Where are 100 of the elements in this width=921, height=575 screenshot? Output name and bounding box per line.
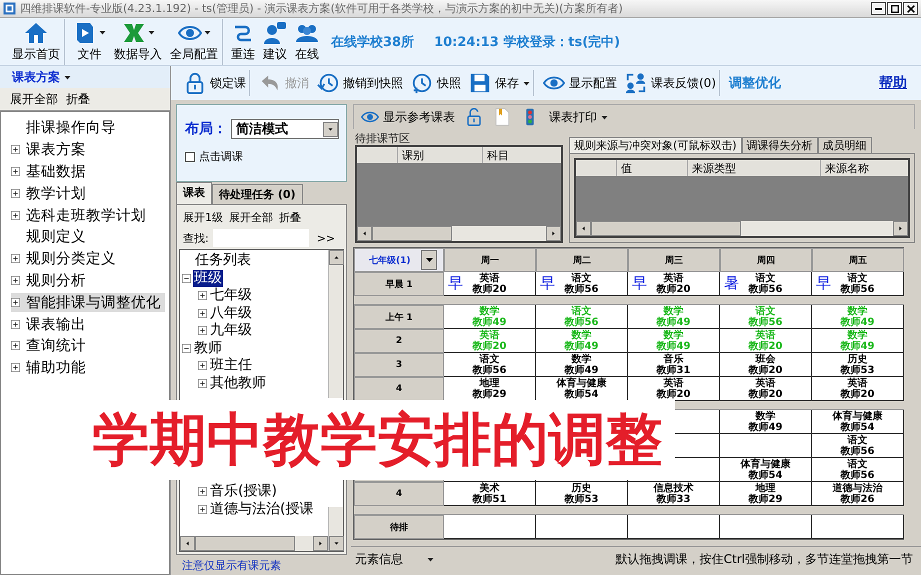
teacher-name: 教师56 — [472, 364, 506, 376]
teacher-name: 教师54 — [748, 470, 782, 480]
subject-name: 英语 — [480, 330, 500, 340]
column-header: 来源类型 — [687, 160, 820, 176]
row-header: 4 — [354, 377, 444, 401]
teacher-name: 教师29 — [472, 388, 506, 400]
checkbox-label: 点击调课 — [199, 149, 243, 164]
row-header: 早晨 1 — [354, 272, 444, 296]
row-header: 3 — [354, 353, 444, 377]
subject-name: 数学 — [848, 330, 868, 340]
subject-name: 英语 — [848, 378, 868, 388]
teacher-name: 教师29 — [748, 494, 782, 504]
tree-item-label: 辅助功能 — [25, 359, 87, 378]
teacher-name: 教师20 — [748, 340, 782, 352]
row-header: 2 — [354, 329, 444, 353]
teacher-name: 教师53 — [840, 364, 874, 376]
subject-name: 英语 — [756, 330, 776, 340]
period-marker: 早 — [448, 275, 463, 291]
teacher-name: 教师20 — [656, 388, 690, 400]
column-header: 周五 — [812, 248, 904, 272]
teacher-name: 教师33 — [656, 494, 690, 504]
subject-name: 数学 — [572, 354, 592, 364]
tree-item-label: 教学计划 — [25, 184, 87, 203]
subject-name: 语文 — [480, 354, 500, 364]
subject-name: 数学 — [664, 330, 684, 340]
teacher-name: 教师49 — [656, 316, 690, 328]
subject-name: 道德与法治 — [832, 482, 882, 494]
teacher-name: 教师56 — [840, 446, 874, 456]
subject-name: 数学 — [664, 306, 684, 316]
online-count: 在线学校38所 — [331, 34, 414, 50]
teacher-name: 教师49 — [840, 316, 874, 328]
subject-name: 英语 — [664, 272, 684, 284]
subject-name: 体育与健康 — [740, 458, 790, 470]
tree-item-label: 规则定义 — [25, 228, 87, 246]
teacher-name: 教师20 — [472, 284, 506, 294]
teacher-name: 教师56 — [840, 284, 874, 294]
teacher-name: 教师49 — [564, 364, 598, 376]
column-header: 周三 — [628, 248, 720, 272]
subject-name: 数学 — [480, 306, 500, 316]
tree-item-label: 基础数据 — [25, 162, 87, 181]
column-header: 周一 — [444, 248, 536, 272]
teacher-name: 教师56 — [564, 316, 598, 328]
login-info: 10:24:13 学校登录：ts(完中) — [434, 34, 620, 50]
column-header: 课别 — [397, 147, 482, 163]
row-header: 待排 — [354, 515, 444, 539]
subject-name: 地理 — [756, 482, 776, 494]
column-header: 周二 — [536, 248, 628, 272]
teacher-name: 教师54 — [840, 422, 874, 432]
teacher-name: 教师20 — [748, 364, 782, 376]
status-hint: 默认拖拽调课，按住Ctrl强制移动，多节连堂拖拽第一节 — [616, 550, 913, 568]
subject-name: 语文 — [848, 434, 868, 446]
subject-name: 语文 — [756, 272, 776, 284]
column-header: 科目 — [482, 147, 557, 163]
teacher-name: 教师49 — [564, 340, 598, 352]
subject-name: 语文 — [572, 306, 592, 316]
subject-name: 英语 — [480, 272, 500, 284]
subject-name: 历史 — [848, 354, 868, 364]
tree-item-label: 查询统计 — [25, 337, 87, 356]
teacher-name: 教师53 — [564, 494, 598, 504]
subject-name: 语文 — [848, 458, 868, 470]
subject-name: 地理 — [480, 378, 500, 388]
period-marker: 早 — [540, 275, 555, 291]
row-header: 4 — [354, 482, 444, 506]
tree-item-label: 课表输出 — [25, 316, 87, 334]
teacher-name: 教师49 — [748, 422, 782, 432]
subject-name: 语文 — [572, 272, 592, 284]
column-header: 来源名称 — [820, 160, 895, 176]
teacher-name: 教师49 — [840, 340, 874, 352]
period-marker: 暑 — [724, 275, 739, 291]
tree-item-label: 课表方案 — [25, 140, 87, 160]
subject-name: 体育与健康 — [556, 378, 606, 388]
column-header: 周四 — [720, 248, 812, 272]
teacher-name: 教师51 — [472, 494, 506, 504]
window-title: 四维排课软件-专业版(4.23.1.192) - ts(管理员) - 演示课表方案(软件可用于各类学校，与演示方案的初中无关)(方案所有者) — [20, 1, 624, 16]
teacher-name: 教师20 — [472, 340, 506, 352]
subject-name: 数学 — [572, 330, 592, 340]
search-label: 查找: — [183, 230, 209, 246]
subject-name: 英语 — [756, 378, 776, 388]
teacher-name: 教师31 — [656, 364, 690, 376]
subject-name: 历史 — [572, 482, 592, 494]
teacher-name: 教师56 — [748, 316, 782, 328]
subject-name: 英语 — [664, 378, 684, 388]
teacher-name: 教师56 — [564, 284, 598, 294]
teacher-name: 教师20 — [748, 388, 782, 400]
tree-item-label: 规则分析 — [25, 272, 87, 290]
hint-text: 注意仅显示有课元素 — [181, 558, 282, 574]
subject-name: 体育与健康 — [832, 410, 882, 422]
teacher-name: 教师56 — [748, 284, 782, 294]
subject-name: 美术 — [480, 482, 500, 494]
tree-item-label: 智能排课与调整优化 — [25, 294, 162, 312]
subject-name: 班会 — [756, 354, 776, 364]
subject-name: 信息技术 — [654, 482, 694, 494]
column-header: 值 — [616, 160, 687, 176]
tree-item-label: 规则分类定义 — [25, 250, 117, 268]
subject-name: 语文 — [756, 306, 776, 316]
period-marker: 早 — [816, 275, 831, 291]
row-header: 上午 1 — [354, 305, 444, 329]
teacher-name: 教师49 — [472, 316, 506, 328]
subject-name: 音乐 — [664, 354, 684, 364]
subject-name: 语文 — [848, 272, 868, 284]
